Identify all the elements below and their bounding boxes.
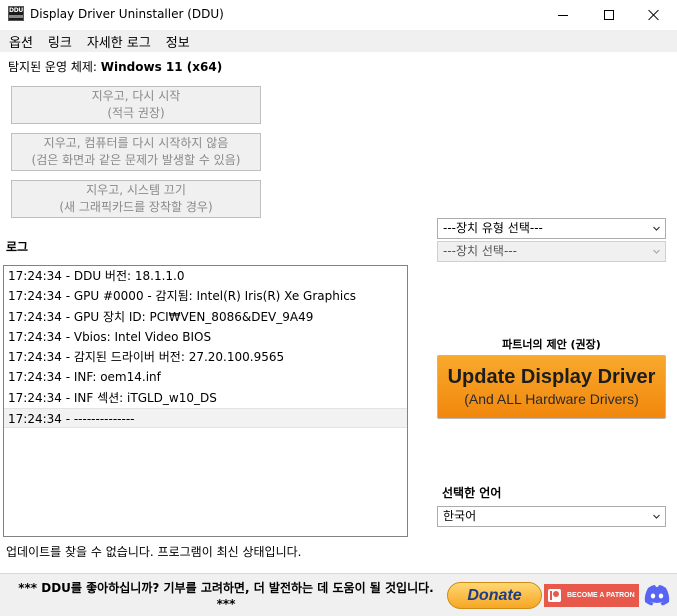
- partner-offer-label: 파트너의 제안 (권장): [502, 338, 601, 351]
- clean-and-restart-label: 지우고, 다시 시작: [91, 89, 181, 103]
- close-icon: [648, 9, 660, 21]
- os-value: Windows 11 (x64): [100, 60, 223, 74]
- log-listbox[interactable]: 17:24:34 - DDU 버전: 18.1.1.0 17:24:34 - G…: [3, 265, 408, 537]
- device-type-select-value: ---장치 유형 선택---: [443, 221, 543, 235]
- menu-options[interactable]: 옵션: [4, 32, 38, 51]
- menu-info[interactable]: 정보: [161, 32, 195, 51]
- device-select-value: ---장치 선택---: [443, 244, 517, 258]
- ad-title: Update Display Driver: [447, 365, 656, 388]
- patreon-icon: [548, 589, 561, 602]
- chevron-down-icon: [653, 514, 660, 519]
- donate-button[interactable]: Donate: [447, 582, 542, 609]
- chevron-down-icon: [653, 249, 660, 254]
- clean-and-restart-button[interactable]: 지우고, 다시 시작 (적극 권장): [11, 86, 261, 124]
- clean-no-restart-button[interactable]: 지우고, 컴퓨터를 다시 시작하지 않음 (검은 화면과 같은 문제가 발생할 …: [11, 133, 261, 171]
- donation-message-line1: *** DDU를 좋아하십니까? 기부를 고려하면, 더 발전하는 데 도움이 …: [18, 581, 434, 595]
- donation-message-line2: ***: [216, 597, 236, 611]
- discord-icon[interactable]: [643, 582, 671, 608]
- close-button[interactable]: [631, 0, 677, 30]
- log-line[interactable]: 17:24:34 - INF 섹션: iTGLD_w10_DS: [4, 388, 407, 408]
- window-title: Display Driver Uninstaller (DDU): [30, 7, 224, 21]
- ddu-app-icon: DDU: [8, 6, 24, 21]
- log-line[interactable]: 17:24:34 - GPU #0000 - 감지됨: Intel(R) Iri…: [4, 286, 407, 306]
- patreon-label: BECOME A PATRON: [567, 592, 635, 599]
- minimize-button[interactable]: [540, 0, 586, 30]
- donation-message: *** DDU를 좋아하십니까? 기부를 고려하면, 더 발전하는 데 도움이 …: [6, 580, 446, 612]
- update-driver-ad-banner[interactable]: Update Display Driver (And ALL Hardware …: [437, 355, 666, 419]
- log-line[interactable]: 17:24:34 - INF: oem14.inf: [4, 367, 407, 387]
- menu-detailed-log[interactable]: 자세한 로그: [82, 32, 156, 51]
- ad-subtitle: (And ALL Hardware Drivers): [464, 390, 639, 407]
- log-line[interactable]: 17:24:34 - Vbios: Intel Video BIOS: [4, 327, 407, 347]
- log-line[interactable]: 17:24:34 - DDU 버전: 18.1.1.0: [4, 266, 407, 286]
- menu-bar: 옵션 링크 자세한 로그 정보: [0, 30, 677, 52]
- maximize-button[interactable]: [586, 0, 632, 30]
- log-line[interactable]: 17:24:34 - GPU 장치 ID: PCI₩VEN_8086&DEV_9…: [4, 307, 407, 327]
- clean-and-shutdown-button[interactable]: 지우고, 시스템 끄기 (새 그래픽카드를 장착할 경우): [11, 180, 261, 218]
- update-status-text: 업데이트를 찾을 수 없습니다. 프로그램이 최신 상태입니다.: [6, 545, 302, 559]
- language-label: 선택한 언어: [442, 486, 502, 500]
- clean-no-restart-sublabel: (검은 화면과 같은 문제가 발생할 수 있음): [31, 153, 241, 167]
- footer-bar: *** DDU를 좋아하십니까? 기부를 고려하면, 더 발전하는 데 도움이 …: [0, 573, 677, 616]
- log-label: 로그: [6, 240, 29, 254]
- device-type-select[interactable]: ---장치 유형 선택---: [437, 218, 666, 239]
- clean-and-shutdown-label: 지우고, 시스템 끄기: [86, 183, 186, 197]
- patreon-button[interactable]: BECOME A PATRON: [544, 584, 639, 607]
- clean-and-restart-sublabel: (적극 권장): [107, 106, 165, 120]
- device-select[interactable]: ---장치 선택---: [437, 241, 666, 262]
- menu-links[interactable]: 링크: [43, 32, 77, 51]
- detected-os: 탐지된 운영 체제: Windows 11 (x64): [8, 58, 222, 75]
- minimize-icon: [558, 14, 568, 16]
- clean-no-restart-label: 지우고, 컴퓨터를 다시 시작하지 않음: [43, 136, 229, 150]
- maximize-icon: [604, 10, 614, 20]
- language-select[interactable]: 한국어: [437, 506, 666, 527]
- chevron-down-icon: [653, 226, 660, 231]
- language-select-value: 한국어: [443, 509, 477, 523]
- clean-and-shutdown-sublabel: (새 그래픽카드를 장착할 경우): [59, 200, 213, 214]
- os-label: 탐지된 운영 체제:: [8, 60, 97, 74]
- title-bar: DDU Display Driver Uninstaller (DDU): [0, 0, 677, 30]
- log-line-selected[interactable]: 17:24:34 - --------------: [4, 408, 407, 429]
- log-line[interactable]: 17:24:34 - 감지된 드라이버 버전: 27.20.100.9565: [4, 347, 407, 367]
